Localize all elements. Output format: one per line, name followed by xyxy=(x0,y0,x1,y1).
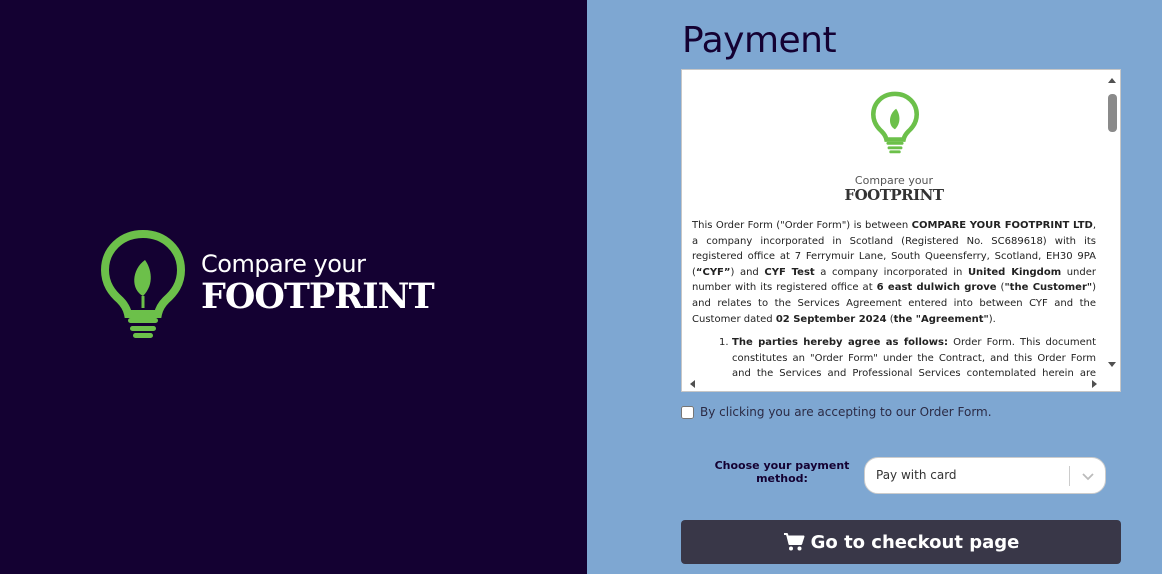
vertical-scrollbar[interactable] xyxy=(1105,70,1120,377)
scroll-right-arrow-icon[interactable] xyxy=(1092,380,1097,388)
accept-order-form[interactable]: By clicking you are accepting to our Ord… xyxy=(681,404,992,420)
accept-label: By clicking you are accepting to our Ord… xyxy=(700,405,992,419)
order-form-intro: This Order Form ("Order Form") is betwee… xyxy=(692,220,1097,325)
checkout-label: Go to checkout page xyxy=(810,531,1020,553)
payment-panel: Payment Compare your FOOTPRINT This Orde… xyxy=(587,0,1162,574)
accept-checkbox[interactable] xyxy=(681,405,694,419)
document-logo: Compare your FOOTPRINT xyxy=(829,90,959,204)
horizontal-scrollbar[interactable] xyxy=(682,376,1106,391)
order-form-content: Compare your FOOTPRINT This Order Form (… xyxy=(682,70,1106,377)
scroll-thumb[interactable] xyxy=(1108,94,1117,132)
scrollbar-corner xyxy=(1105,376,1120,391)
document-logo-line2: FOOTPRINT xyxy=(844,186,944,204)
page-title: Payment xyxy=(682,20,837,61)
chevron-down-icon[interactable] xyxy=(1079,467,1097,485)
payment-method-select[interactable]: Pay with card xyxy=(864,457,1106,494)
order-form-clause-1: 1. The parties hereby agree as follows: O… xyxy=(719,337,1096,377)
brand-logo: Compare your FOOTPRINT xyxy=(101,230,451,340)
scroll-down-arrow-icon[interactable] xyxy=(1108,362,1116,367)
order-form-document[interactable]: Compare your FOOTPRINT This Order Form (… xyxy=(681,69,1121,392)
scroll-up-arrow-icon[interactable] xyxy=(1108,78,1116,83)
brand-name-line2: FOOTPRINT xyxy=(201,276,435,317)
payment-method-value: Pay with card xyxy=(876,468,957,482)
lightbulb-leaf-icon xyxy=(101,230,185,338)
cart-icon xyxy=(783,533,805,551)
brand-panel: Compare your FOOTPRINT xyxy=(0,0,587,574)
brand-name-line1: Compare your xyxy=(201,250,366,278)
payment-method-label: Choose your payment method: xyxy=(714,459,850,485)
select-separator xyxy=(1069,466,1070,486)
checkout-button[interactable]: Go to checkout page xyxy=(681,520,1121,564)
lightbulb-leaf-icon xyxy=(871,91,919,154)
scroll-left-arrow-icon[interactable] xyxy=(690,380,695,388)
